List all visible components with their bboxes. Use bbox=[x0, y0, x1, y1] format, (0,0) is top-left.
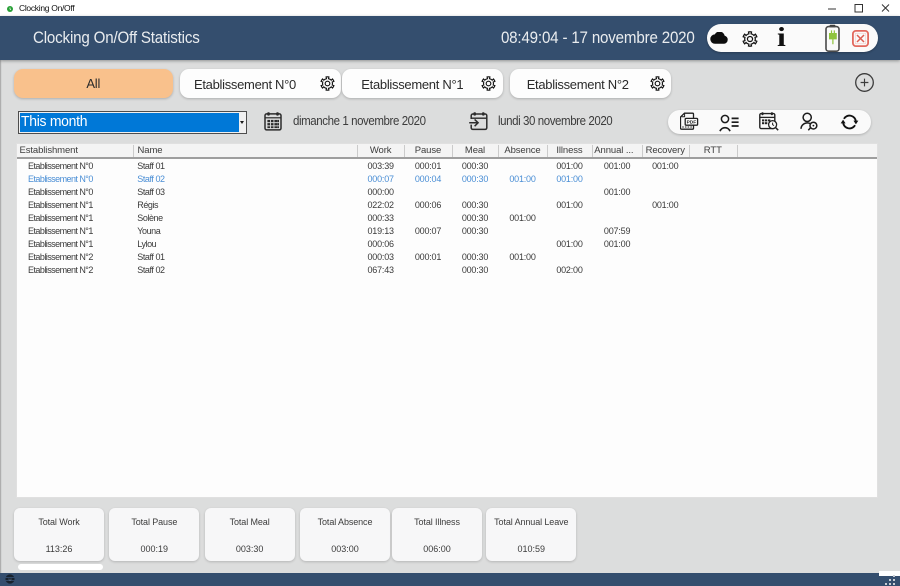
svg-text:PDF: PDF bbox=[687, 120, 697, 126]
